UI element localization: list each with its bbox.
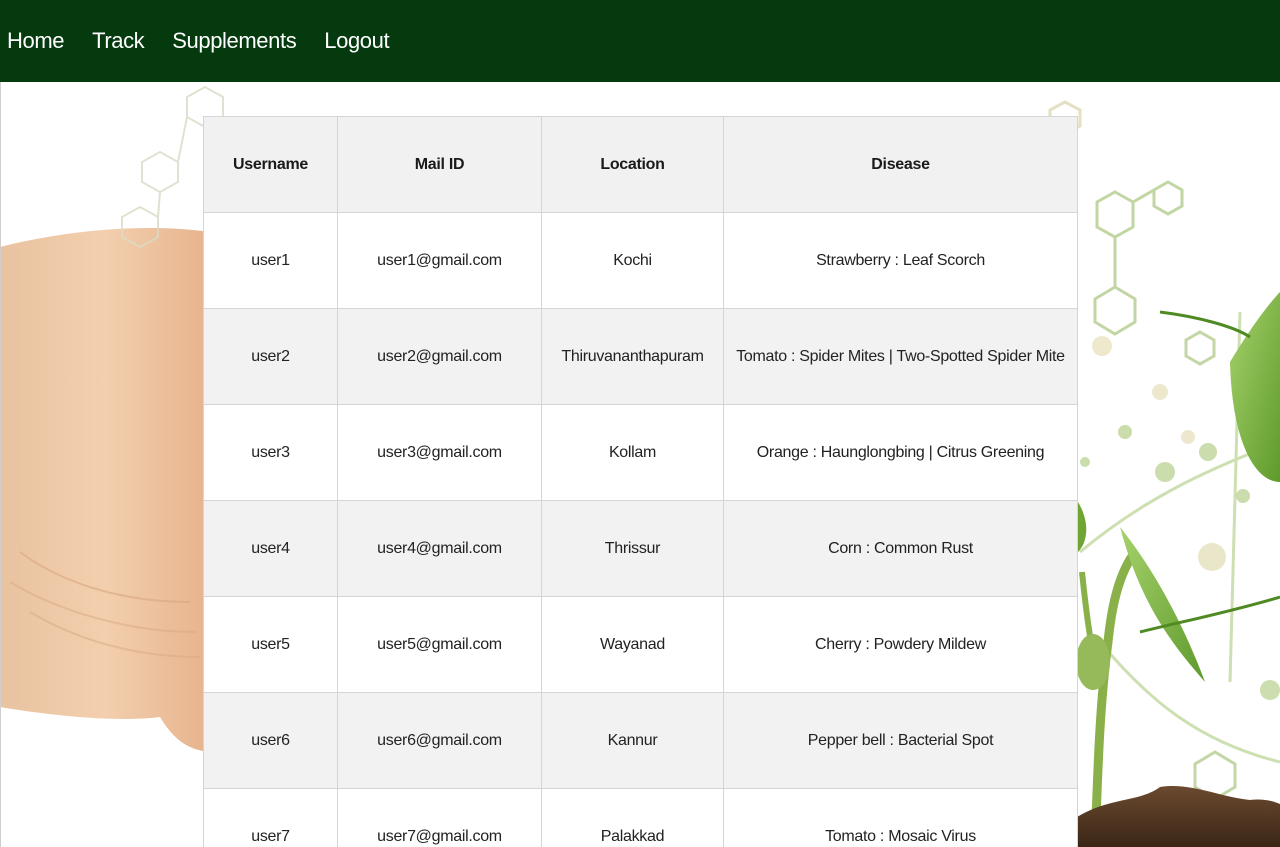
cell-disease: Cherry : Powdery Mildew — [723, 596, 1078, 693]
header-mail-id: Mail ID — [337, 116, 542, 213]
table-row: user2 user2@gmail.com Thiruvananthapuram… — [203, 308, 1078, 405]
page-left-border — [0, 82, 1, 847]
cell-username: user3 — [203, 404, 338, 501]
table-row: user3 user3@gmail.com Kollam Orange : Ha… — [203, 404, 1078, 501]
nav-home-link[interactable]: Home — [7, 28, 64, 54]
cell-mail-id: user6@gmail.com — [337, 692, 542, 789]
table-row: user4 user4@gmail.com Thrissur Corn : Co… — [203, 500, 1078, 597]
cell-mail-id: user7@gmail.com — [337, 788, 542, 847]
cell-location: Kochi — [541, 212, 724, 309]
cell-location: Palakkad — [541, 788, 724, 847]
cell-mail-id: user1@gmail.com — [337, 212, 542, 309]
nav-track-link[interactable]: Track — [92, 28, 145, 54]
user-disease-table: Username Mail ID Location Disease user1 … — [203, 116, 1078, 847]
cell-username: user2 — [203, 308, 338, 405]
header-location: Location — [541, 116, 724, 213]
soil-ground — [1077, 785, 1280, 847]
header-disease: Disease — [723, 116, 1078, 213]
cell-disease: Strawberry : Leaf Scorch — [723, 212, 1078, 309]
header-username: Username — [203, 116, 338, 213]
table-row: user6 user6@gmail.com Kannur Pepper bell… — [203, 692, 1078, 789]
table-row: user1 user1@gmail.com Kochi Strawberry :… — [203, 212, 1078, 309]
cell-location: Kannur — [541, 692, 724, 789]
cell-username: user4 — [203, 500, 338, 597]
cell-mail-id: user4@gmail.com — [337, 500, 542, 597]
cell-location: Thrissur — [541, 500, 724, 597]
cell-username: user5 — [203, 596, 338, 693]
cell-username: user1 — [203, 212, 338, 309]
user-disease-table-container: Username Mail ID Location Disease user1 … — [203, 116, 1078, 847]
cell-location: Kollam — [541, 404, 724, 501]
cell-disease: Pepper bell : Bacterial Spot — [723, 692, 1078, 789]
cell-location: Wayanad — [541, 596, 724, 693]
cell-disease: Orange : Haunglongbing | Citrus Greening — [723, 404, 1078, 501]
cell-mail-id: user5@gmail.com — [337, 596, 542, 693]
cell-disease: Tomato : Mosaic Virus — [723, 788, 1078, 847]
cell-disease: Tomato : Spider Mites | Two-Spotted Spid… — [723, 308, 1078, 405]
table-row: user7 user7@gmail.com Palakkad Tomato : … — [203, 788, 1078, 847]
cell-mail-id: user2@gmail.com — [337, 308, 542, 405]
nav-logout-link[interactable]: Logout — [324, 28, 389, 54]
cell-username: user7 — [203, 788, 338, 847]
nav-supplements-link[interactable]: Supplements — [172, 28, 296, 54]
cell-location: Thiruvananthapuram — [541, 308, 724, 405]
plant-seedling — [1076, 292, 1280, 847]
table-header-row: Username Mail ID Location Disease — [203, 116, 1078, 213]
table-row: user5 user5@gmail.com Wayanad Cherry : P… — [203, 596, 1078, 693]
top-navbar: Home Track Supplements Logout — [0, 0, 1280, 82]
cell-username: user6 — [203, 692, 338, 789]
hand-shape — [0, 227, 210, 752]
cell-mail-id: user3@gmail.com — [337, 404, 542, 501]
cell-disease: Corn : Common Rust — [723, 500, 1078, 597]
